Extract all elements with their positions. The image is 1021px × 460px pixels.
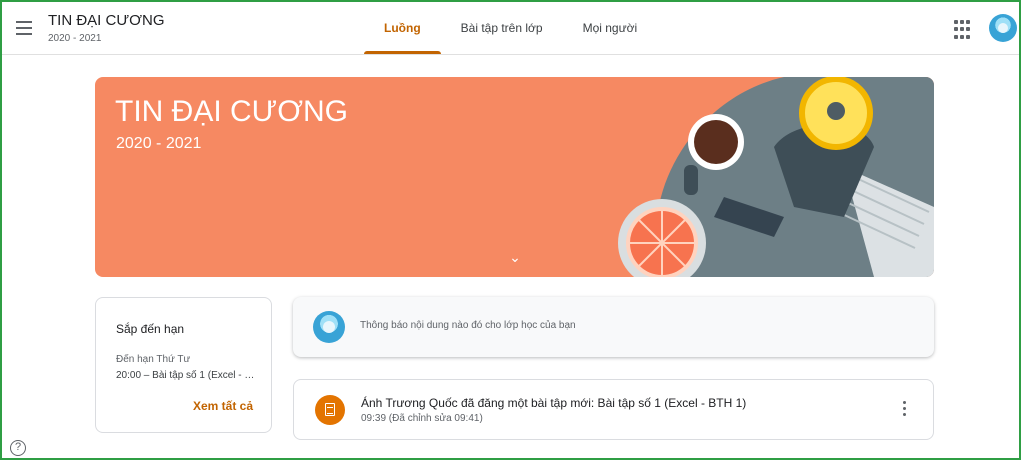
course-banner: TIN ĐẠI CƯƠNG 2020 - 2021 ⌄ — [95, 77, 934, 277]
upcoming-item[interactable]: 20:00 – Bài tập số 1 (Excel - BTH 1) — [116, 370, 256, 381]
user-avatar — [313, 311, 345, 343]
post-title[interactable]: Ánh Trương Quốc đã đăng một bài tập mới:… — [361, 396, 746, 410]
assignment-icon — [315, 395, 345, 425]
course-subtitle: 2020 - 2021 — [48, 33, 102, 44]
announce-placeholder: Thông báo nội dung nào đó cho lớp học củ… — [360, 320, 576, 331]
post-time: 09:39 (Đã chỉnh sửa 09:41) — [361, 413, 483, 424]
course-tabs: Luồng Bài tập trên lớp Mọi người — [364, 2, 657, 54]
tab-classwork[interactable]: Bài tập trên lớp — [441, 2, 563, 54]
top-app-bar: TIN ĐẠI CƯƠNG 2020 - 2021 Luồng Bài tập … — [2, 2, 1019, 55]
view-all-link[interactable]: Xem tất cả — [193, 399, 253, 413]
chevron-down-icon[interactable]: ⌄ — [503, 249, 527, 269]
more-vertical-icon[interactable] — [903, 401, 907, 419]
user-avatar[interactable] — [989, 14, 1017, 42]
tab-stream[interactable]: Luồng — [364, 2, 441, 54]
course-title: TIN ĐẠI CƯƠNG — [48, 12, 165, 29]
tab-people[interactable]: Mọi người — [563, 2, 658, 54]
upcoming-due-label: Đến hạn Thứ Tư — [116, 354, 191, 365]
banner-title: TIN ĐẠI CƯƠNG — [115, 95, 349, 128]
banner-illustration — [618, 77, 934, 277]
announce-box[interactable]: Thông báo nội dung nào đó cho lớp học củ… — [293, 297, 934, 357]
upcoming-title: Sắp đến hạn — [116, 322, 185, 336]
upcoming-card: Sắp đến hạn Đến hạn Thứ Tư 20:00 – Bài t… — [95, 297, 272, 433]
help-icon[interactable]: ? — [10, 440, 26, 456]
hamburger-menu-icon[interactable] — [12, 16, 36, 40]
google-apps-icon[interactable] — [952, 18, 976, 42]
stream-post: Ánh Trương Quốc đã đăng một bài tập mới:… — [293, 379, 934, 440]
banner-subtitle: 2020 - 2021 — [116, 135, 202, 152]
